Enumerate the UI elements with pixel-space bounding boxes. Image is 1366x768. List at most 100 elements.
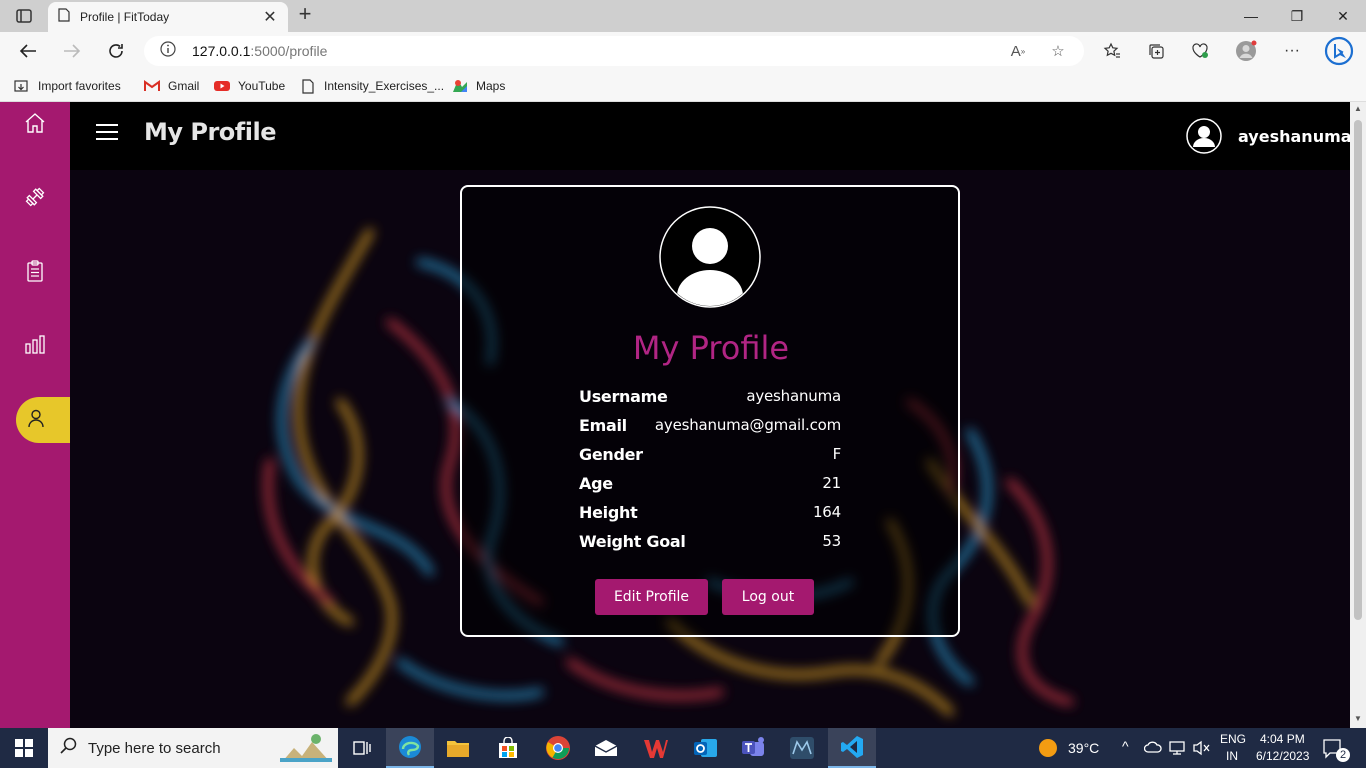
fav-gmail[interactable]: Gmail [144,76,199,96]
app-viewport: My Profile ayeshanuma My Profile Usernam… [0,102,1350,728]
more-options-icon[interactable]: ··· [1280,40,1304,62]
fav-intensity-exercises[interactable]: Intensity_Exercises_... [300,76,444,96]
favorite-star-icon[interactable]: ☆ [1048,42,1068,60]
performance-icon[interactable] [1188,40,1212,62]
scroll-up-icon[interactable]: ▲ [1350,102,1366,116]
profile-info: Username ayeshanuma Email ayeshanuma@gma… [579,385,841,559]
url-host: 127.0.0.1 [192,43,251,59]
clock-date[interactable]: 6/12/2023 [1256,749,1309,763]
page-scrollbar[interactable]: ▲ ▼ [1350,102,1366,728]
sidebar-item-plans[interactable] [0,250,70,296]
info-value: 53 [822,532,841,550]
vscode-icon[interactable] [828,728,876,768]
tab-actions-icon[interactable] [10,6,38,26]
outlook-icon[interactable] [682,728,730,768]
browser-toolbar: 127.0.0.1:5000/profile A» ☆ ··· [0,32,1366,70]
top-header: My Profile ayeshanuma [70,102,1350,170]
start-button[interactable] [0,728,48,768]
sidebar-item-profile[interactable] [16,397,70,443]
info-icon[interactable] [160,40,176,62]
profile-avatar-icon[interactable] [1234,40,1258,62]
profile-card: My Profile Username ayeshanuma Email aye… [460,185,960,637]
fav-maps[interactable]: Maps [452,76,505,96]
fav-label: YouTube [238,79,286,93]
windows-taskbar: Type here to search 39°C ^ ENG IN 4:04 P… [0,728,1366,768]
close-tab-icon[interactable]: ✕ [262,7,278,27]
store-icon[interactable] [484,728,532,768]
import-icon [14,78,30,94]
profile-heading: My Profile [632,329,790,367]
info-value: ayeshanuma@gmail.com [654,416,841,434]
menu-icon[interactable] [96,122,120,142]
file-explorer-icon[interactable] [434,728,482,768]
scroll-thumb[interactable] [1354,120,1362,620]
fav-youtube[interactable]: YouTube [214,76,285,96]
sidebar-item-home[interactable] [0,102,70,148]
restore-button[interactable]: ❐ [1274,6,1320,26]
network-icon[interactable] [1168,740,1186,761]
user-avatar-icon[interactable] [1186,118,1222,154]
info-label: Gender [579,445,643,464]
info-label: Email [579,416,627,435]
volume-muted-icon[interactable] [1192,740,1210,761]
language-code[interactable]: ENG [1220,732,1246,746]
page-icon [300,78,316,94]
fav-import-favorites[interactable]: Import favorites [14,76,121,96]
info-label: Height [579,503,638,522]
forward-button[interactable] [60,40,84,62]
chevron-up-icon[interactable]: ^ [1122,738,1129,754]
gmail-icon [144,78,160,94]
address-bar[interactable]: 127.0.0.1:5000/profile A» ☆ [144,36,1084,66]
info-label: Username [579,387,668,406]
weather-temp[interactable]: 39°C [1068,740,1099,756]
url-text[interactable]: 127.0.0.1:5000/profile [192,43,327,59]
favorites-bar: Import favorites Gmail YouTube Intensity… [0,70,1366,102]
mysql-workbench-icon[interactable] [778,728,826,768]
favorites-icon[interactable] [1100,40,1124,62]
clock-time[interactable]: 4:04 PM [1260,732,1305,746]
back-button[interactable] [16,40,40,62]
info-label: Age [579,474,613,493]
task-view-icon[interactable] [338,728,386,768]
url-path: :5000/profile [250,43,328,59]
teams-icon[interactable] [730,728,778,768]
info-row-height: Height 164 [579,501,841,530]
close-window-button[interactable]: ✕ [1320,6,1366,26]
chrome-icon[interactable] [534,728,582,768]
minimize-button[interactable]: — [1228,6,1274,26]
scroll-down-icon[interactable]: ▼ [1350,712,1366,726]
browser-tab[interactable]: Profile | FitToday ✕ [48,2,288,32]
info-row-email: Email ayeshanuma@gmail.com [579,414,841,443]
fav-label: Maps [476,79,506,93]
header-username[interactable]: ayeshanuma [1238,127,1350,146]
onedrive-icon[interactable] [1143,740,1162,759]
edge-app-icon[interactable] [386,728,434,768]
weather-icon[interactable] [1038,738,1058,763]
info-row-gender: Gender F [579,443,841,472]
notification-count: 2 [1336,748,1350,762]
mail-icon[interactable] [582,728,630,768]
collections-icon[interactable] [1144,40,1168,62]
sidebar-item-workouts[interactable] [0,176,70,222]
new-tab-button[interactable]: + [294,3,316,26]
browser-tab-bar: Profile | FitToday ✕ + — ❐ ✕ [0,0,1366,32]
wps-office-icon[interactable] [632,728,680,768]
info-label: Weight Goal [579,532,686,551]
read-aloud-icon[interactable]: A» [1008,42,1028,60]
maps-icon [452,78,468,94]
sidebar-item-stats[interactable] [0,324,70,370]
tab-title: Profile | FitToday [80,10,170,24]
page-icon [58,7,70,27]
bing-icon[interactable] [1324,36,1354,66]
edit-profile-button[interactable]: Edit Profile [595,579,708,615]
language-region[interactable]: IN [1226,749,1238,763]
profile-avatar-icon [659,206,761,308]
info-value: F [832,445,842,463]
info-row-weight-goal: Weight Goal 53 [579,530,841,559]
logout-button[interactable]: Log out [722,579,814,615]
user-icon [26,408,46,433]
search-highlight-icon [280,730,332,767]
search-placeholder: Type here to search [88,739,221,757]
taskbar-search[interactable]: Type here to search [48,728,338,768]
refresh-button[interactable] [104,40,128,62]
